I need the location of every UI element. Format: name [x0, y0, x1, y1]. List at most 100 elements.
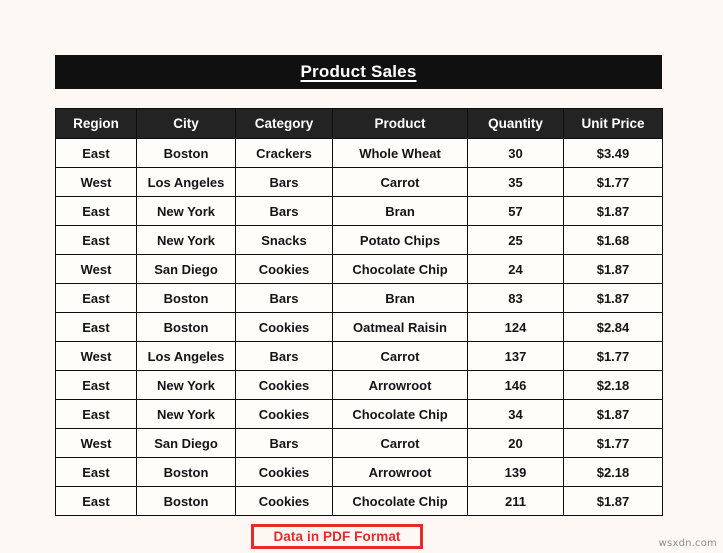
cell-quantity: 24 — [468, 255, 564, 284]
cell-city: Boston — [137, 313, 236, 342]
cell-region: West — [56, 255, 137, 284]
pdf-format-callout: Data in PDF Format — [251, 524, 423, 549]
cell-quantity: 35 — [468, 168, 564, 197]
cell-unit-price: $1.77 — [564, 342, 663, 371]
cell-unit-price: $2.84 — [564, 313, 663, 342]
cell-category: Bars — [236, 168, 333, 197]
cell-region: East — [56, 226, 137, 255]
cell-product: Chocolate Chip — [333, 487, 468, 516]
table-row: EastBostonCookiesOatmeal Raisin124$2.84 — [56, 313, 663, 342]
cell-city: New York — [137, 400, 236, 429]
cell-quantity: 20 — [468, 429, 564, 458]
table-row: EastBostonCookiesChocolate Chip211$1.87 — [56, 487, 663, 516]
cell-category: Snacks — [236, 226, 333, 255]
cell-product: Potato Chips — [333, 226, 468, 255]
cell-unit-price: $1.87 — [564, 255, 663, 284]
cell-city: San Diego — [137, 429, 236, 458]
cell-region: East — [56, 487, 137, 516]
cell-city: Los Angeles — [137, 168, 236, 197]
cell-city: Boston — [137, 487, 236, 516]
cell-quantity: 25 — [468, 226, 564, 255]
cell-category: Bars — [236, 429, 333, 458]
document-title-bar: Product Sales — [55, 55, 662, 89]
cell-city: Boston — [137, 284, 236, 313]
cell-product: Chocolate Chip — [333, 255, 468, 284]
table-row: WestLos AngelesBarsCarrot137$1.77 — [56, 342, 663, 371]
cell-category: Cookies — [236, 255, 333, 284]
cell-city: Los Angeles — [137, 342, 236, 371]
cell-unit-price: $1.87 — [564, 400, 663, 429]
cell-quantity: 124 — [468, 313, 564, 342]
cell-region: East — [56, 313, 137, 342]
cell-city: Boston — [137, 139, 236, 168]
cell-unit-price: $2.18 — [564, 371, 663, 400]
table-row: WestSan DiegoBarsCarrot20$1.77 — [56, 429, 663, 458]
cell-quantity: 57 — [468, 197, 564, 226]
cell-quantity: 146 — [468, 371, 564, 400]
pdf-format-callout-label: Data in PDF Format — [273, 529, 400, 544]
cell-product: Bran — [333, 284, 468, 313]
cell-region: East — [56, 371, 137, 400]
column-header-region: Region — [56, 109, 137, 139]
cell-category: Bars — [236, 284, 333, 313]
cell-category: Cookies — [236, 313, 333, 342]
cell-region: East — [56, 400, 137, 429]
cell-product: Oatmeal Raisin — [333, 313, 468, 342]
column-header-unit-price: Unit Price — [564, 109, 663, 139]
table-header-row: RegionCityCategoryProductQuantityUnit Pr… — [56, 109, 663, 139]
cell-product: Whole Wheat — [333, 139, 468, 168]
cell-quantity: 34 — [468, 400, 564, 429]
cell-category: Cookies — [236, 400, 333, 429]
cell-unit-price: $1.77 — [564, 168, 663, 197]
cell-region: East — [56, 197, 137, 226]
cell-category: Cookies — [236, 487, 333, 516]
pdf-page: Product Sales RegionCityCategoryProductQ… — [0, 0, 723, 553]
cell-city: San Diego — [137, 255, 236, 284]
cell-region: West — [56, 168, 137, 197]
table-row: EastNew YorkCookiesChocolate Chip34$1.87 — [56, 400, 663, 429]
cell-category: Cookies — [236, 458, 333, 487]
cell-product: Arrowroot — [333, 458, 468, 487]
cell-product: Arrowroot — [333, 371, 468, 400]
table-row: WestLos AngelesBarsCarrot35$1.77 — [56, 168, 663, 197]
cell-unit-price: $1.87 — [564, 487, 663, 516]
cell-product: Bran — [333, 197, 468, 226]
cell-product: Carrot — [333, 342, 468, 371]
cell-city: New York — [137, 226, 236, 255]
site-watermark: wsxdn.com — [659, 538, 717, 549]
page-title: Product Sales — [301, 62, 417, 82]
table-row: EastBostonBarsBran83$1.87 — [56, 284, 663, 313]
column-header-quantity: Quantity — [468, 109, 564, 139]
product-sales-table: RegionCityCategoryProductQuantityUnit Pr… — [55, 108, 663, 516]
cell-city: New York — [137, 197, 236, 226]
cell-product: Carrot — [333, 168, 468, 197]
column-header-category: Category — [236, 109, 333, 139]
table-row: EastNew YorkCookiesArrowroot146$2.18 — [56, 371, 663, 400]
cell-unit-price: $2.18 — [564, 458, 663, 487]
cell-city: New York — [137, 371, 236, 400]
cell-region: West — [56, 342, 137, 371]
table-row: EastNew YorkSnacksPotato Chips25$1.68 — [56, 226, 663, 255]
cell-quantity: 211 — [468, 487, 564, 516]
column-header-city: City — [137, 109, 236, 139]
cell-quantity: 83 — [468, 284, 564, 313]
cell-category: Bars — [236, 197, 333, 226]
cell-product: Carrot — [333, 429, 468, 458]
cell-category: Bars — [236, 342, 333, 371]
cell-region: East — [56, 139, 137, 168]
cell-unit-price: $1.87 — [564, 284, 663, 313]
cell-unit-price: $1.68 — [564, 226, 663, 255]
table-row: EastBostonCookiesArrowroot139$2.18 — [56, 458, 663, 487]
cell-unit-price: $3.49 — [564, 139, 663, 168]
cell-unit-price: $1.77 — [564, 429, 663, 458]
cell-unit-price: $1.87 — [564, 197, 663, 226]
cell-category: Cookies — [236, 371, 333, 400]
cell-city: Boston — [137, 458, 236, 487]
table-row: WestSan DiegoCookiesChocolate Chip24$1.8… — [56, 255, 663, 284]
cell-region: East — [56, 284, 137, 313]
table-row: EastNew YorkBarsBran57$1.87 — [56, 197, 663, 226]
cell-quantity: 30 — [468, 139, 564, 168]
cell-quantity: 139 — [468, 458, 564, 487]
table-row: EastBostonCrackersWhole Wheat30$3.49 — [56, 139, 663, 168]
cell-region: East — [56, 458, 137, 487]
